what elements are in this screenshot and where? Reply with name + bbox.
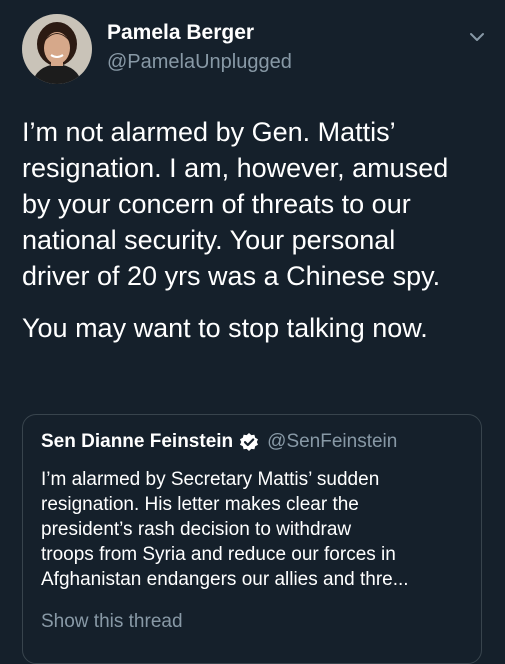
verified-badge-icon (239, 432, 259, 452)
quoted-tweet-text: I’m alarmed by Secretary Mattis’ sudden … (41, 469, 409, 590)
quoted-author-handle: @SenFeinstein (267, 431, 398, 452)
tweet-card: Pamela Berger @PamelaUnplugged I’m not a… (0, 0, 505, 664)
quoted-tweet[interactable]: Sen Dianne Feinstein @SenFeinstein I’m a… (22, 414, 482, 664)
avatar[interactable] (22, 14, 92, 84)
show-thread-link[interactable]: Show this thread (41, 610, 183, 634)
tweet-paragraph: I’m not alarmed by Gen. Mattis’ resignat… (22, 117, 449, 291)
quoted-author-name: Sen Dianne Feinstein (41, 431, 234, 452)
profile-photo-image (22, 14, 92, 84)
quoted-tweet-header: Sen Dianne Feinstein @SenFeinstein (41, 430, 397, 454)
chevron-down-icon[interactable] (466, 26, 488, 48)
tweet-text: I’m not alarmed by Gen. Mattis’ resignat… (22, 114, 492, 346)
author-handle[interactable]: @PamelaUnplugged (107, 50, 292, 74)
author-name[interactable]: Pamela Berger (107, 20, 254, 46)
tweet-paragraph: You may want to stop talking now. (22, 313, 428, 343)
